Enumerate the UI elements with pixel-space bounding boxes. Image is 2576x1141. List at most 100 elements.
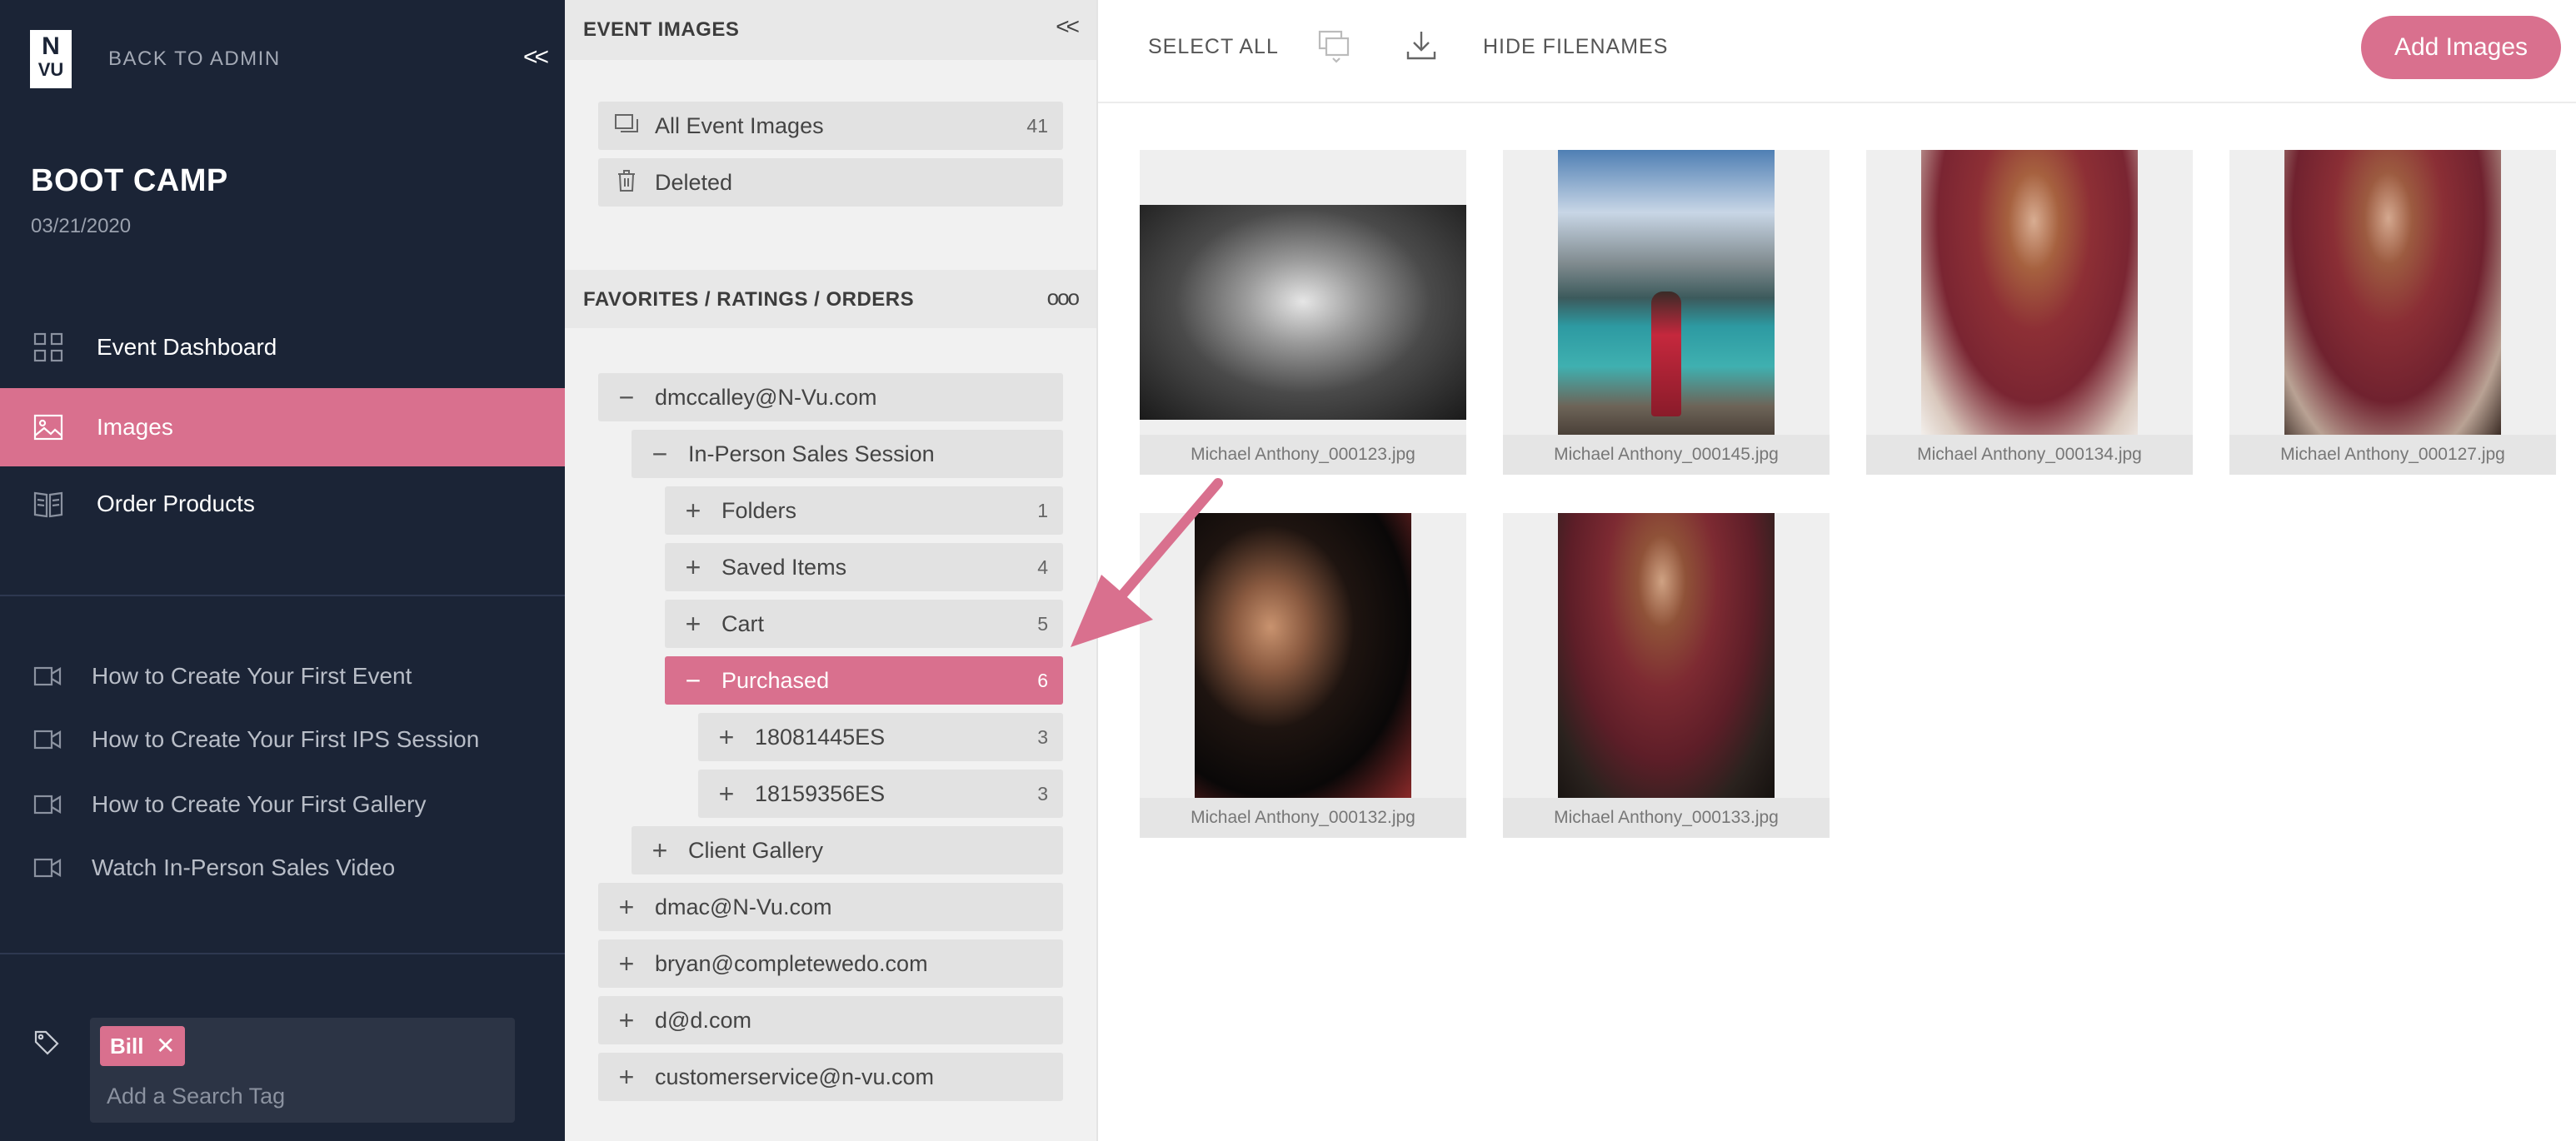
help-link-first-event[interactable]: How to Create Your First Event xyxy=(0,651,565,701)
video-icon xyxy=(33,727,67,752)
tree-item-ips-session[interactable]: − In-Person Sales Session xyxy=(632,430,1063,478)
image-filename: Michael Anthony_000134.jpg xyxy=(1866,435,2193,475)
sidebar-divider xyxy=(0,953,565,954)
expand-icon: + xyxy=(718,722,735,752)
favorites-header: FAVORITES / RATINGS / ORDERS ooo xyxy=(565,270,1096,328)
image-thumbnail[interactable]: Michael Anthony_000145.jpg xyxy=(1503,150,1830,475)
item-label: Deleted xyxy=(655,169,733,195)
image-grid-area: SELECT ALL HIDE FILENAMES Add Images Mic… xyxy=(1098,0,2576,1141)
image-thumbnail[interactable]: Michael Anthony_000123.jpg xyxy=(1140,150,1466,475)
tree-item-folders[interactable]: + Folders 1 xyxy=(665,486,1063,535)
collapse-panel-button[interactable]: << xyxy=(1056,13,1080,40)
nav-label: Order Products xyxy=(97,491,255,516)
item-label: Purchased xyxy=(721,667,830,693)
nvu-logo[interactable]: N VU xyxy=(30,30,72,88)
expand-icon: + xyxy=(685,496,701,526)
image-filename: Michael Anthony_000127.jpg xyxy=(2229,435,2556,475)
book-icon xyxy=(32,487,65,521)
event-images-header: EVENT IMAGES << xyxy=(565,0,1096,60)
nav-event-dashboard[interactable]: Event Dashboard xyxy=(0,308,565,386)
search-tag-box: Bill ✕ xyxy=(90,1018,515,1123)
tree-item-dmccalley[interactable]: − dmccalley@N-Vu.com xyxy=(598,373,1063,421)
expand-icon: + xyxy=(685,552,701,582)
item-count: 4 xyxy=(1037,556,1048,578)
tree-item-order-18081445es[interactable]: + 18081445ES 3 xyxy=(698,713,1063,761)
item-count: 5 xyxy=(1037,612,1048,635)
select-all-button[interactable]: SELECT ALL xyxy=(1148,35,1279,59)
item-label: All Event Images xyxy=(655,112,824,138)
item-label: customerservice@n-vu.com xyxy=(655,1064,934,1089)
help-link-label: How to Create Your First Gallery xyxy=(92,791,427,817)
item-label: d@d.com xyxy=(655,1007,751,1033)
image-thumbnail[interactable]: Michael Anthony_000133.jpg xyxy=(1503,513,1830,838)
more-options-icon[interactable]: ooo xyxy=(1047,285,1080,311)
nav-label: Images xyxy=(97,414,173,440)
back-to-admin-link[interactable]: BACK TO ADMIN xyxy=(108,47,281,71)
tree-item-bryan[interactable]: + bryan@completewedo.com xyxy=(598,939,1063,988)
item-label: dmac@N-Vu.com xyxy=(655,894,832,919)
sidebar: N VU BACK TO ADMIN << BOOT CAMP 03/21/20… xyxy=(0,0,565,1141)
image-filename: Michael Anthony_000132.jpg xyxy=(1140,798,1466,838)
grid-icon xyxy=(32,331,65,364)
nav-order-products[interactable]: Order Products xyxy=(0,465,565,543)
annotation-arrow-icon xyxy=(1071,478,1223,647)
collapse-sidebar-button[interactable]: << xyxy=(523,43,549,72)
nav-images[interactable]: Images xyxy=(0,388,565,466)
event-images-title: EVENT IMAGES xyxy=(583,18,740,41)
help-link-ips-video[interactable]: Watch In-Person Sales Video xyxy=(0,843,565,893)
item-label: 18159356ES xyxy=(755,780,886,806)
photo-couple-figure xyxy=(1651,291,1681,416)
item-label: Folders xyxy=(721,497,797,523)
item-label: bryan@completewedo.com xyxy=(655,950,928,976)
expand-icon: + xyxy=(618,892,635,922)
item-label: In-Person Sales Session xyxy=(688,441,935,466)
help-link-label: Watch In-Person Sales Video xyxy=(92,855,396,880)
sidebar-divider xyxy=(0,595,565,596)
item-label: Cart xyxy=(721,610,765,636)
image-filename: Michael Anthony_000123.jpg xyxy=(1140,435,1466,475)
help-link-first-gallery[interactable]: How to Create Your First Gallery xyxy=(0,780,565,830)
expand-icon: + xyxy=(618,1062,635,1092)
image-toolbar: SELECT ALL HIDE FILENAMES Add Images xyxy=(1098,0,2576,103)
photo-bride-red xyxy=(1921,150,2138,435)
item-count: 41 xyxy=(1026,114,1048,137)
collapse-icon: − xyxy=(651,439,668,469)
images-copy-icon[interactable] xyxy=(1315,28,1355,69)
image-filename: Michael Anthony_000133.jpg xyxy=(1503,798,1830,838)
help-link-first-ips[interactable]: How to Create Your First IPS Session xyxy=(0,715,565,765)
add-images-button[interactable]: Add Images xyxy=(2361,16,2561,79)
tree-item-dmac[interactable]: + dmac@N-Vu.com xyxy=(598,883,1063,931)
logo-top-text: N xyxy=(42,32,60,60)
images-icon xyxy=(612,112,642,139)
item-label: Client Gallery xyxy=(688,837,824,863)
expand-icon: + xyxy=(618,1005,635,1035)
image-filename: Michael Anthony_000145.jpg xyxy=(1503,435,1830,475)
tree-item-customerservice[interactable]: + customerservice@n-vu.com xyxy=(598,1053,1063,1101)
item-label: dmccalley@N-Vu.com xyxy=(655,384,877,410)
logo-bottom-text: VU xyxy=(37,59,64,80)
deleted-item[interactable]: Deleted xyxy=(598,158,1063,207)
download-icon[interactable] xyxy=(1405,28,1438,66)
remove-tag-icon[interactable]: ✕ xyxy=(156,1026,175,1066)
folders-panel: EVENT IMAGES << All Event Images 41 Dele… xyxy=(565,0,1098,1141)
tree-item-client-gallery[interactable]: + Client Gallery xyxy=(632,826,1063,874)
tag-chip-label: Bill xyxy=(110,1034,144,1059)
hide-filenames-button[interactable]: HIDE FILENAMES xyxy=(1483,35,1668,59)
photo-bride-red xyxy=(2284,150,2501,435)
video-icon xyxy=(33,855,67,880)
image-thumbnail[interactable]: Michael Anthony_000134.jpg xyxy=(1866,150,2193,475)
tree-item-saved-items[interactable]: + Saved Items 4 xyxy=(665,543,1063,591)
expand-icon: + xyxy=(718,779,735,809)
expand-icon: + xyxy=(685,609,701,639)
trash-icon xyxy=(612,169,642,197)
tree-item-order-18159356es[interactable]: + 18159356ES 3 xyxy=(698,770,1063,818)
all-event-images-item[interactable]: All Event Images 41 xyxy=(598,102,1063,150)
add-search-tag-input[interactable] xyxy=(107,1081,490,1111)
tree-item-d-at-d[interactable]: + d@d.com xyxy=(598,996,1063,1044)
video-icon xyxy=(33,792,67,817)
tree-item-purchased[interactable]: − Purchased 6 xyxy=(665,656,1063,705)
tree-item-cart[interactable]: + Cart 5 xyxy=(665,600,1063,648)
expand-icon: + xyxy=(651,835,668,865)
image-thumbnail[interactable]: Michael Anthony_000127.jpg xyxy=(2229,150,2556,475)
favorites-title: FAVORITES / RATINGS / ORDERS xyxy=(583,288,915,311)
